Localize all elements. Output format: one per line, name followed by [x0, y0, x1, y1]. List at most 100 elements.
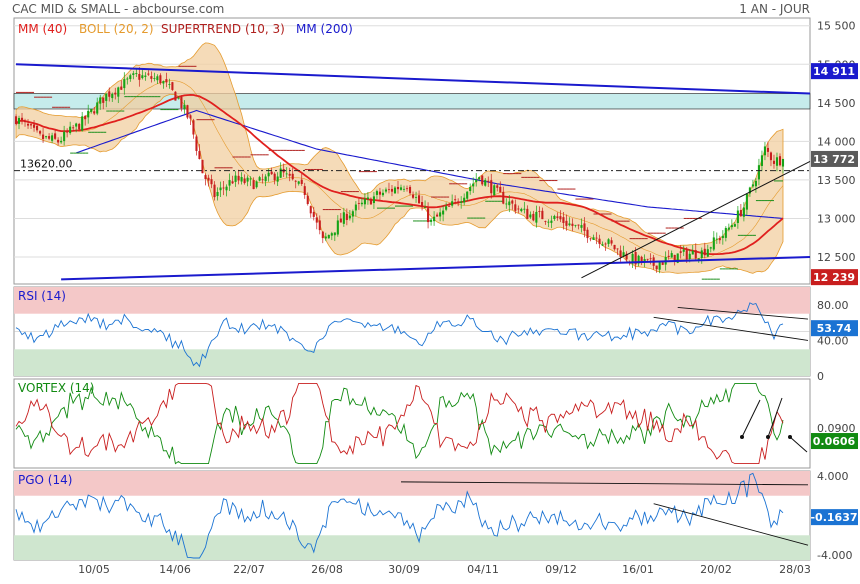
vortex-panel: VORTEX (14) 0.0900 0.0606 — [13, 378, 858, 469]
candle — [336, 220, 339, 235]
candle — [381, 192, 385, 196]
candle — [421, 202, 424, 207]
candle — [541, 210, 544, 220]
candle — [574, 224, 577, 226]
candle — [757, 165, 760, 180]
rsi-panel: RSI (14) 0 40.00 80.00 53.74 — [13, 286, 858, 383]
candle — [411, 194, 415, 198]
candle — [763, 146, 767, 156]
candle — [246, 177, 249, 182]
candle — [778, 156, 782, 166]
candle — [529, 214, 532, 218]
vortex-arrow-head — [740, 435, 744, 439]
candle — [234, 175, 237, 182]
candle — [135, 73, 138, 75]
candle — [493, 185, 496, 196]
candle — [613, 244, 616, 250]
candle — [276, 176, 279, 182]
candle — [333, 232, 336, 236]
candle — [294, 180, 297, 182]
pgo-upper-zone — [14, 471, 810, 496]
rsi-oversold-zone — [14, 349, 810, 376]
chart-title: CAC MID & SMALL - abcbourse.com — [12, 2, 224, 16]
legend-mm40: MM (40) — [18, 22, 67, 36]
candle — [511, 200, 514, 204]
candle — [48, 136, 51, 139]
x-axis-label: 26/08 — [311, 563, 343, 576]
candle — [51, 135, 54, 141]
rsi-last-value: 53.74 — [817, 322, 852, 335]
candle — [538, 211, 541, 212]
candle — [255, 181, 258, 188]
candle — [556, 216, 559, 218]
x-axis-label: 16/01 — [622, 563, 654, 576]
candle — [23, 121, 27, 123]
x-axis-label: 30/09 — [388, 563, 420, 576]
candle — [766, 147, 770, 152]
candle — [547, 221, 550, 223]
candle — [655, 265, 658, 270]
candle — [81, 116, 84, 131]
candle — [387, 189, 391, 191]
tag-14911-label: 14 911 — [813, 65, 855, 78]
tag-last-price: 13 772 — [811, 150, 858, 167]
candle — [117, 87, 120, 97]
candle — [724, 227, 727, 238]
candle — [189, 115, 192, 119]
candle — [457, 201, 460, 204]
candle — [481, 175, 484, 185]
candle — [14, 116, 18, 125]
candle — [108, 91, 111, 97]
candle — [252, 180, 255, 190]
candle — [487, 180, 490, 182]
legend-mm200: MM (200) — [296, 22, 353, 36]
candle — [595, 237, 598, 239]
candle — [54, 133, 57, 139]
pgo-last-value: -0.1637 — [810, 511, 857, 524]
candle — [222, 187, 225, 189]
reference-level-label: 13620.00 — [20, 158, 73, 171]
candle — [105, 93, 108, 101]
candle — [354, 204, 357, 211]
candle — [123, 79, 126, 89]
candle — [69, 126, 72, 134]
candle — [339, 218, 342, 223]
candle — [508, 201, 511, 206]
candle — [207, 177, 210, 181]
candle — [742, 207, 745, 217]
candle — [141, 75, 144, 79]
price-axis-label: 13 000 — [817, 212, 856, 225]
candle — [39, 131, 42, 134]
candle — [661, 262, 664, 265]
candle — [730, 225, 733, 228]
candle — [760, 155, 763, 166]
price-axis-label: 15 500 — [817, 20, 856, 33]
candle — [460, 201, 463, 203]
candle — [736, 210, 739, 224]
candle — [679, 251, 682, 253]
candle — [243, 178, 246, 184]
candle — [607, 239, 610, 244]
candle — [45, 136, 48, 138]
rsi-axis-label: 0 — [817, 370, 824, 383]
candle — [237, 175, 240, 181]
candle — [706, 249, 709, 257]
candle — [402, 188, 406, 190]
x-axis-label: 10/05 — [78, 563, 110, 576]
candle — [204, 175, 207, 179]
chart-period: 1 AN - JOUR — [739, 2, 810, 16]
candle — [550, 220, 553, 223]
candle — [249, 178, 252, 180]
candle — [396, 186, 400, 190]
candle — [321, 231, 324, 239]
candle — [571, 223, 574, 226]
candle — [75, 123, 78, 127]
candle — [502, 191, 505, 204]
candle — [463, 197, 466, 203]
candle — [342, 212, 345, 224]
candle — [586, 229, 589, 239]
candle — [514, 204, 517, 211]
candle — [96, 102, 99, 114]
candle — [436, 214, 439, 217]
vortex-last-value: 0.0606 — [813, 435, 856, 448]
